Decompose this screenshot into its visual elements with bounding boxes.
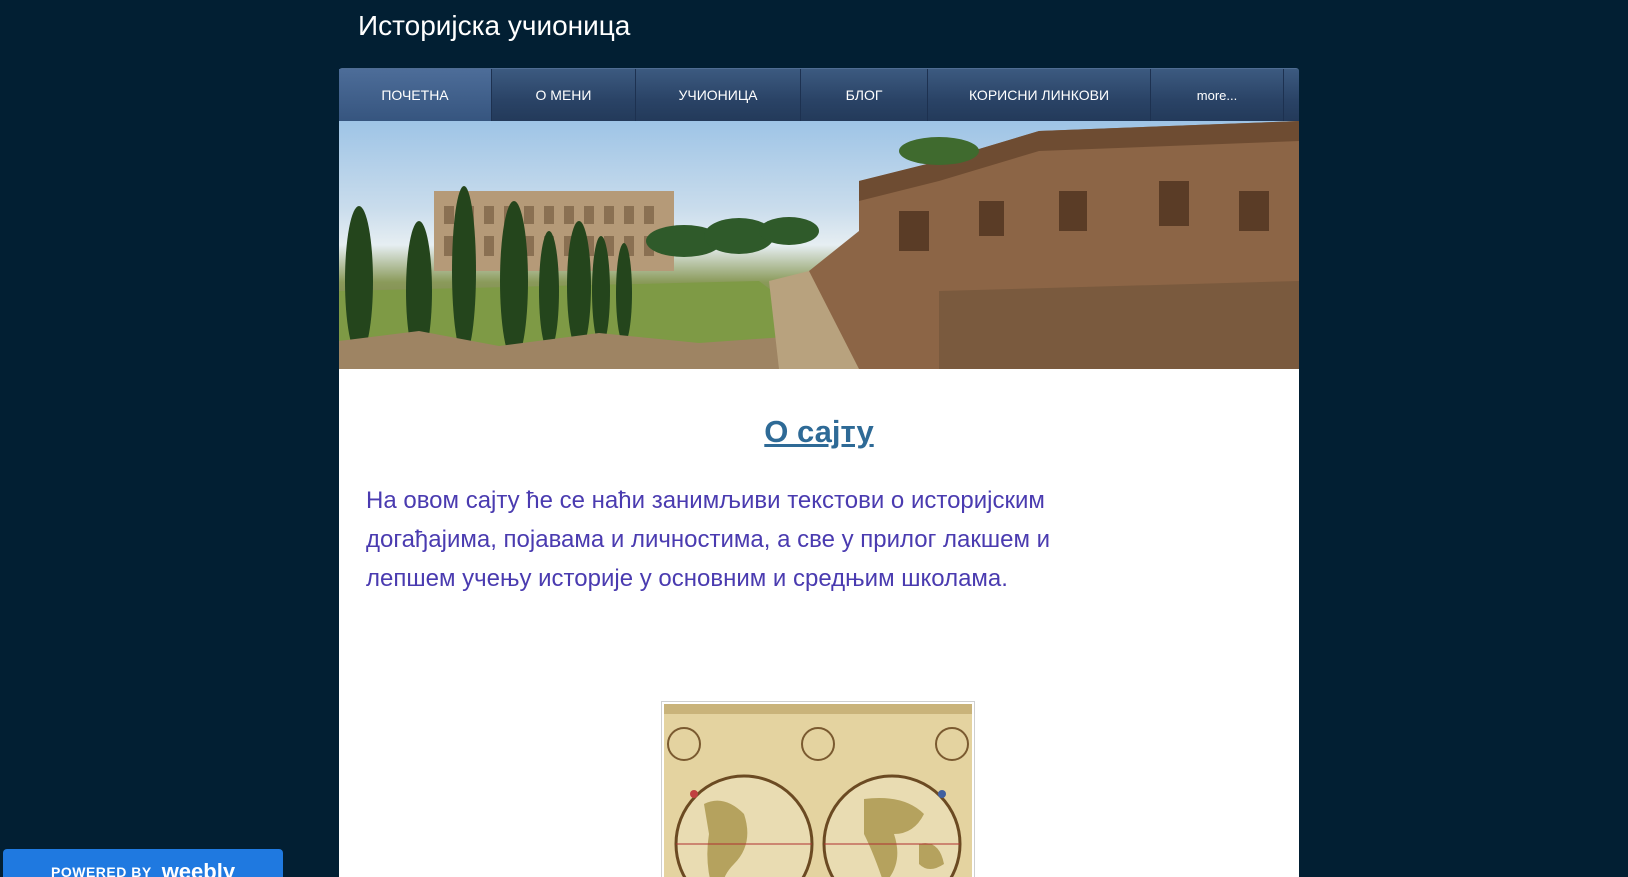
powered-by-weebly-badge[interactable]: POWERED BY weebly <box>3 849 283 877</box>
main-content: О сајту На овом сајту ће се наћи занимљи… <box>339 369 1299 877</box>
nav-item-blog[interactable]: Блог <box>801 69 928 121</box>
page-wrapper: Почетна О мени Учионица Блог Корисни лин… <box>339 68 1299 877</box>
site-title[interactable]: Историјска учионица <box>358 10 630 42</box>
page-heading-link[interactable]: О сајту <box>339 414 1299 450</box>
nav-item-useful-links[interactable]: Корисни линкови <box>928 69 1151 121</box>
intro-paragraph: На овом сајту ће се наћи занимљиви текст… <box>366 487 1051 592</box>
weebly-logo: weebly <box>161 859 236 877</box>
nav-item-home[interactable]: Почетна <box>339 69 492 121</box>
nav-item-about-me[interactable]: О мени <box>492 69 636 121</box>
nav-item-more[interactable]: more... <box>1151 69 1284 121</box>
hero-banner-image <box>339 121 1299 369</box>
main-navigation: Почетна О мени Учионица Блог Корисни лин… <box>339 68 1299 121</box>
world-map-illustration <box>664 704 972 877</box>
rome-ruins-illustration <box>339 121 1299 369</box>
world-map-image[interactable] <box>661 701 975 877</box>
powered-by-label: POWERED BY <box>51 864 152 877</box>
nav-item-classroom[interactable]: Учионица <box>636 69 801 121</box>
